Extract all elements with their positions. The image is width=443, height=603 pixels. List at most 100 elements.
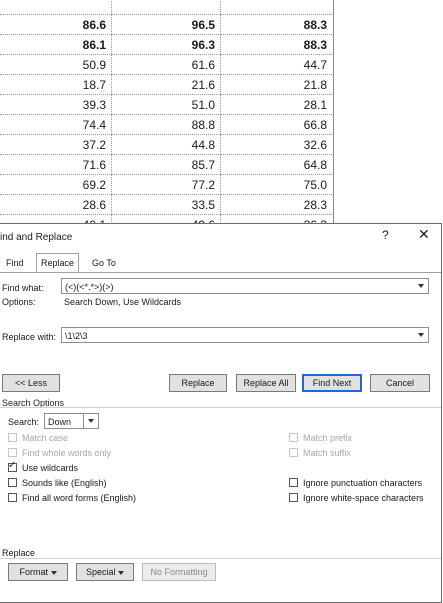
replace-with-label: Replace with: [2,332,57,342]
format-button-label: Format [19,567,48,577]
chevron-down-icon[interactable] [83,414,98,428]
format-button[interactable]: Format [8,563,68,581]
table-cell[interactable]: 28.6 [0,194,112,215]
special-button[interactable]: Special [76,563,134,581]
tab-goto[interactable]: Go To [88,254,120,272]
tab-find[interactable]: Find [2,254,28,272]
table-row: 71.6 85.7 64.8 [0,154,332,175]
table-cell[interactable]: 86.1 [0,34,112,55]
table-cell[interactable]: 71.6 [0,154,112,175]
sounds-like-label: Sounds like (English) [22,478,107,488]
replace-with-input[interactable]: \1\2\3 [61,327,429,343]
divider [0,558,441,559]
table-cell[interactable]: 39.3 [0,94,112,115]
replace-with-value: \1\2\3 [65,331,88,341]
find-what-value: (<)(<*.*>)(>) [65,282,114,292]
table-row: 86.1 96.3 88.3 [0,34,332,55]
replace-button[interactable]: Replace [169,374,227,392]
table-cell[interactable]: 96.3 [111,34,221,55]
divider [0,407,441,408]
table-cell[interactable] [111,0,221,15]
table-row: 39.3 51.0 28.1 [0,94,332,115]
table-cell[interactable]: 37.2 [0,134,112,155]
chevron-down-icon[interactable] [414,328,428,342]
table-cell[interactable]: 74.4 [0,114,112,135]
find-what-label: Find what: [2,283,44,293]
match-prefix-label: Match prefix [303,433,353,443]
table-cell[interactable]: 18.7 [0,74,112,95]
table-row: 69.2 77.2 75.0 [0,174,332,195]
table-cell[interactable]: 88.8 [111,114,221,135]
table-row: 37.2 44.8 32.6 [0,134,332,155]
chevron-down-icon [50,571,57,575]
word-forms-label: Find all word forms (English) [22,493,137,503]
table-cell[interactable]: 77.2 [111,174,221,195]
table-cell[interactable]: 61.6 [111,54,221,75]
ignore-space-checkbox[interactable] [289,493,298,502]
options-label: Options: [2,297,36,307]
tab-replace[interactable]: Replace [36,253,80,273]
no-formatting-button[interactable]: No Formatting [142,563,216,581]
sounds-like-checkbox[interactable] [8,478,17,487]
word-forms-checkbox[interactable] [8,493,17,502]
match-prefix-checkbox[interactable] [289,433,298,442]
dialog-titlebar: ind and Replace ? ✕ [0,224,441,250]
spreadsheet-table: 86.6 96.5 88.3 86.1 96.3 88.3 50.9 61.6 44.7 18.7… [0,0,334,255]
table-cell[interactable]: 32.6 [220,134,332,155]
table-cell[interactable]: 96.5 [111,14,221,35]
match-suffix-checkbox[interactable] [289,448,298,457]
table-cell[interactable]: 66.8 [220,114,332,135]
tab-goto-label: Go To [92,258,116,268]
table-row: 50.9 61.6 44.7 [0,54,332,75]
chevron-down-icon[interactable] [414,279,428,293]
table-row [0,0,332,15]
whole-words-checkbox[interactable] [8,448,17,457]
help-icon[interactable]: ? [382,228,389,242]
replace-heading: Replace [2,548,36,558]
table-cell[interactable]: 28.3 [220,194,332,215]
close-icon[interactable]: ✕ [418,226,430,243]
table-cell[interactable]: 28.1 [220,94,332,115]
table-cell[interactable]: 50.9 [0,54,112,75]
table-row: 74.4 88.8 66.8 [0,114,332,135]
table-cell[interactable]: 64.8 [220,154,332,175]
table-cell[interactable]: 44.8 [111,134,221,155]
whole-words-label: Find whole words only [22,448,112,458]
table-row: 86.6 96.5 88.3 [0,14,332,35]
table-cell[interactable]: 88.3 [220,14,332,35]
dialog-tabs: Find Replace Go To [0,253,441,273]
search-direction-value: Down [48,417,72,427]
match-case-label: Match case [22,433,69,443]
match-case-checkbox[interactable] [8,433,17,442]
tab-find-label: Find [6,258,24,268]
table-cell[interactable] [220,0,332,15]
table-cell[interactable]: 21.6 [111,74,221,95]
less-button[interactable]: << Less [2,374,60,392]
options-value: Search Down, Use Wildcards [64,297,182,307]
ignore-punct-checkbox[interactable] [289,478,298,487]
find-next-button[interactable]: Find Next [302,374,362,392]
search-direction-label: Search: [8,417,40,427]
table-cell[interactable]: 51.0 [111,94,221,115]
table-cell[interactable]: 44.7 [220,54,332,75]
table-cell[interactable]: 75.0 [220,174,332,195]
ignore-space-label: Ignore white-space characters [303,493,424,503]
use-wildcards-label: Use wildcards [22,463,79,473]
checkmark-icon: ✓ [8,460,17,471]
table-cell[interactable]: 21.8 [220,74,332,95]
replace-all-button[interactable]: Replace All [236,374,296,392]
table-cell[interactable]: 85.7 [111,154,221,175]
table-cell[interactable]: 88.3 [220,34,332,55]
table-cell[interactable]: 33.5 [111,194,221,215]
search-direction-select[interactable]: Down [44,413,99,429]
cancel-button[interactable]: Cancel [370,374,430,392]
table-row: 28.6 33.5 28.3 [0,194,332,215]
find-what-input[interactable]: (<)(<*.*>)(>) [61,278,429,294]
table-cell[interactable] [0,0,112,15]
find-replace-dialog: ind and Replace ? ✕ Find Replace Go To F… [0,223,442,603]
special-button-label: Special [85,567,116,577]
table-cell[interactable]: 69.2 [0,174,112,195]
ignore-punct-label: Ignore punctuation characters [303,478,423,488]
table-cell[interactable]: 86.6 [0,14,112,35]
use-wildcards-checkbox[interactable]: ✓ [8,460,17,472]
